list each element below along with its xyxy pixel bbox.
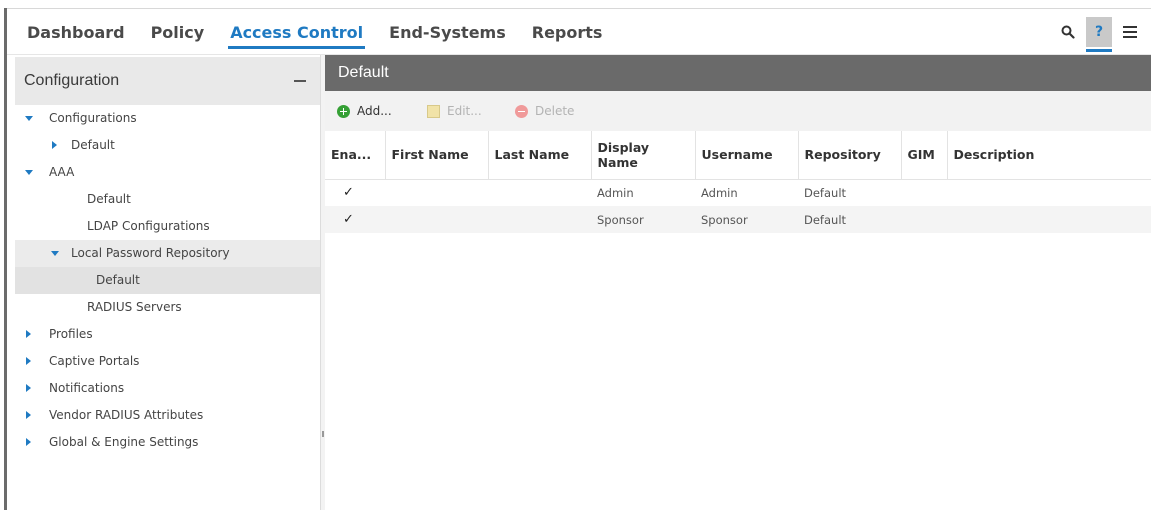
- column-header-first-name[interactable]: First Name: [385, 131, 489, 180]
- expand-right-icon[interactable]: [25, 402, 35, 429]
- menu-icon: [1123, 26, 1137, 38]
- configuration-tree: Configurations Default AAA Default LDAP …: [7, 105, 320, 456]
- expand-right-icon[interactable]: [25, 429, 35, 456]
- tree-item-global-engine-settings[interactable]: Global & Engine Settings: [7, 429, 320, 456]
- add-icon: [337, 104, 350, 118]
- delete-icon: [515, 104, 528, 118]
- column-header-username[interactable]: Username: [695, 131, 799, 180]
- repository-cell: Default: [798, 206, 901, 233]
- main-tabs: Dashboard Policy Access Control End-Syst…: [27, 9, 628, 55]
- expand-right-icon[interactable]: [25, 348, 35, 375]
- first-name-cell: [385, 206, 488, 233]
- top-navigation: Dashboard Policy Access Control End-Syst…: [7, 9, 1151, 55]
- tab-access-control[interactable]: Access Control: [228, 9, 366, 55]
- tree-item-aaa[interactable]: AAA: [7, 159, 320, 186]
- delete-button[interactable]: Delete: [515, 91, 574, 131]
- description-cell: [947, 179, 1151, 206]
- tree-item-local-password-repository[interactable]: Local Password Repository: [15, 240, 320, 267]
- column-header-repository[interactable]: Repository: [798, 131, 902, 180]
- add-button[interactable]: Add...: [337, 91, 392, 131]
- top-tools: ?: [1050, 9, 1143, 55]
- last-name-cell: [488, 179, 591, 206]
- expand-right-icon[interactable]: [25, 375, 35, 402]
- tree-item-captive-portals[interactable]: Captive Portals: [7, 348, 320, 375]
- minus-icon[interactable]: [294, 80, 306, 82]
- search-button[interactable]: [1055, 17, 1081, 47]
- description-cell: [947, 206, 1151, 233]
- last-name-cell: [488, 206, 591, 233]
- table-header-row: Ena... First Name Last Name Display Name…: [325, 131, 1151, 180]
- tree-item-aaa-default[interactable]: Default: [7, 186, 320, 213]
- column-header-gim[interactable]: GIM: [901, 131, 948, 180]
- content-header: Default: [325, 55, 1151, 91]
- table-row[interactable]: ✓ Sponsor Sponsor Default: [325, 206, 1151, 233]
- column-header-display-name[interactable]: Display Name: [591, 131, 696, 180]
- expand-down-icon[interactable]: [25, 159, 35, 186]
- help-icon: ?: [1094, 24, 1104, 40]
- column-header-last-name[interactable]: Last Name: [488, 131, 592, 180]
- first-name-cell: [385, 179, 488, 206]
- panel-header: Configuration: [15, 57, 320, 105]
- tree-item-ldap-configurations[interactable]: LDAP Configurations: [7, 213, 320, 240]
- content-title: Default: [338, 64, 389, 81]
- column-header-enabled[interactable]: Ena...: [325, 131, 386, 180]
- menu-button[interactable]: [1117, 17, 1143, 47]
- tree-item-vendor-radius-attributes[interactable]: Vendor RADIUS Attributes: [7, 402, 320, 429]
- username-cell: Sponsor: [695, 206, 798, 233]
- tab-end-systems[interactable]: End-Systems: [389, 9, 506, 55]
- display-name-cell: Sponsor: [591, 206, 695, 233]
- gim-cell: [901, 206, 947, 233]
- tree-item-notifications[interactable]: Notifications: [7, 375, 320, 402]
- add-button-label: Add...: [357, 104, 392, 118]
- panel-title: Configuration: [24, 72, 120, 89]
- tree-item-local-password-default[interactable]: Default: [15, 267, 320, 294]
- help-button[interactable]: ?: [1086, 17, 1112, 52]
- expand-down-icon[interactable]: [51, 240, 61, 267]
- delete-button-label: Delete: [535, 104, 575, 118]
- splitter-handle-icon[interactable]: [322, 431, 324, 437]
- tree-item-profiles[interactable]: Profiles: [7, 321, 320, 348]
- users-table: Ena... First Name Last Name Display Name…: [325, 131, 1151, 233]
- repository-cell: Default: [804, 185, 847, 200]
- expand-right-icon[interactable]: [25, 321, 35, 348]
- display-name-cell: Admin: [597, 185, 634, 200]
- edit-icon: [427, 104, 440, 118]
- edit-button-label: Edit...: [447, 104, 482, 118]
- tab-reports[interactable]: Reports: [532, 9, 603, 55]
- expand-right-icon[interactable]: [51, 132, 61, 159]
- tab-policy[interactable]: Policy: [151, 9, 205, 55]
- column-header-description[interactable]: Description: [947, 131, 1151, 180]
- tree-item-radius-servers[interactable]: RADIUS Servers: [7, 294, 320, 321]
- expand-down-icon[interactable]: [25, 105, 35, 132]
- configuration-panel: Configuration Configurations Default AAA…: [7, 55, 320, 510]
- content-panel: Default Add... Edit... Delete Ena... Fir…: [325, 55, 1151, 510]
- enabled-check: ✓: [343, 185, 354, 201]
- search-icon: [1061, 25, 1075, 39]
- enabled-check: ✓: [325, 206, 385, 233]
- table-row[interactable]: ✓ Admin Admin Default: [325, 179, 1151, 206]
- content-toolbar: Add... Edit... Delete: [325, 91, 1151, 131]
- edit-button[interactable]: Edit...: [427, 91, 482, 131]
- gim-cell: [901, 179, 947, 206]
- tree-item-configurations-default[interactable]: Default: [7, 132, 320, 159]
- tab-dashboard[interactable]: Dashboard: [27, 9, 125, 55]
- tree-item-configurations[interactable]: Configurations: [7, 105, 320, 132]
- username-cell: Admin: [701, 185, 738, 200]
